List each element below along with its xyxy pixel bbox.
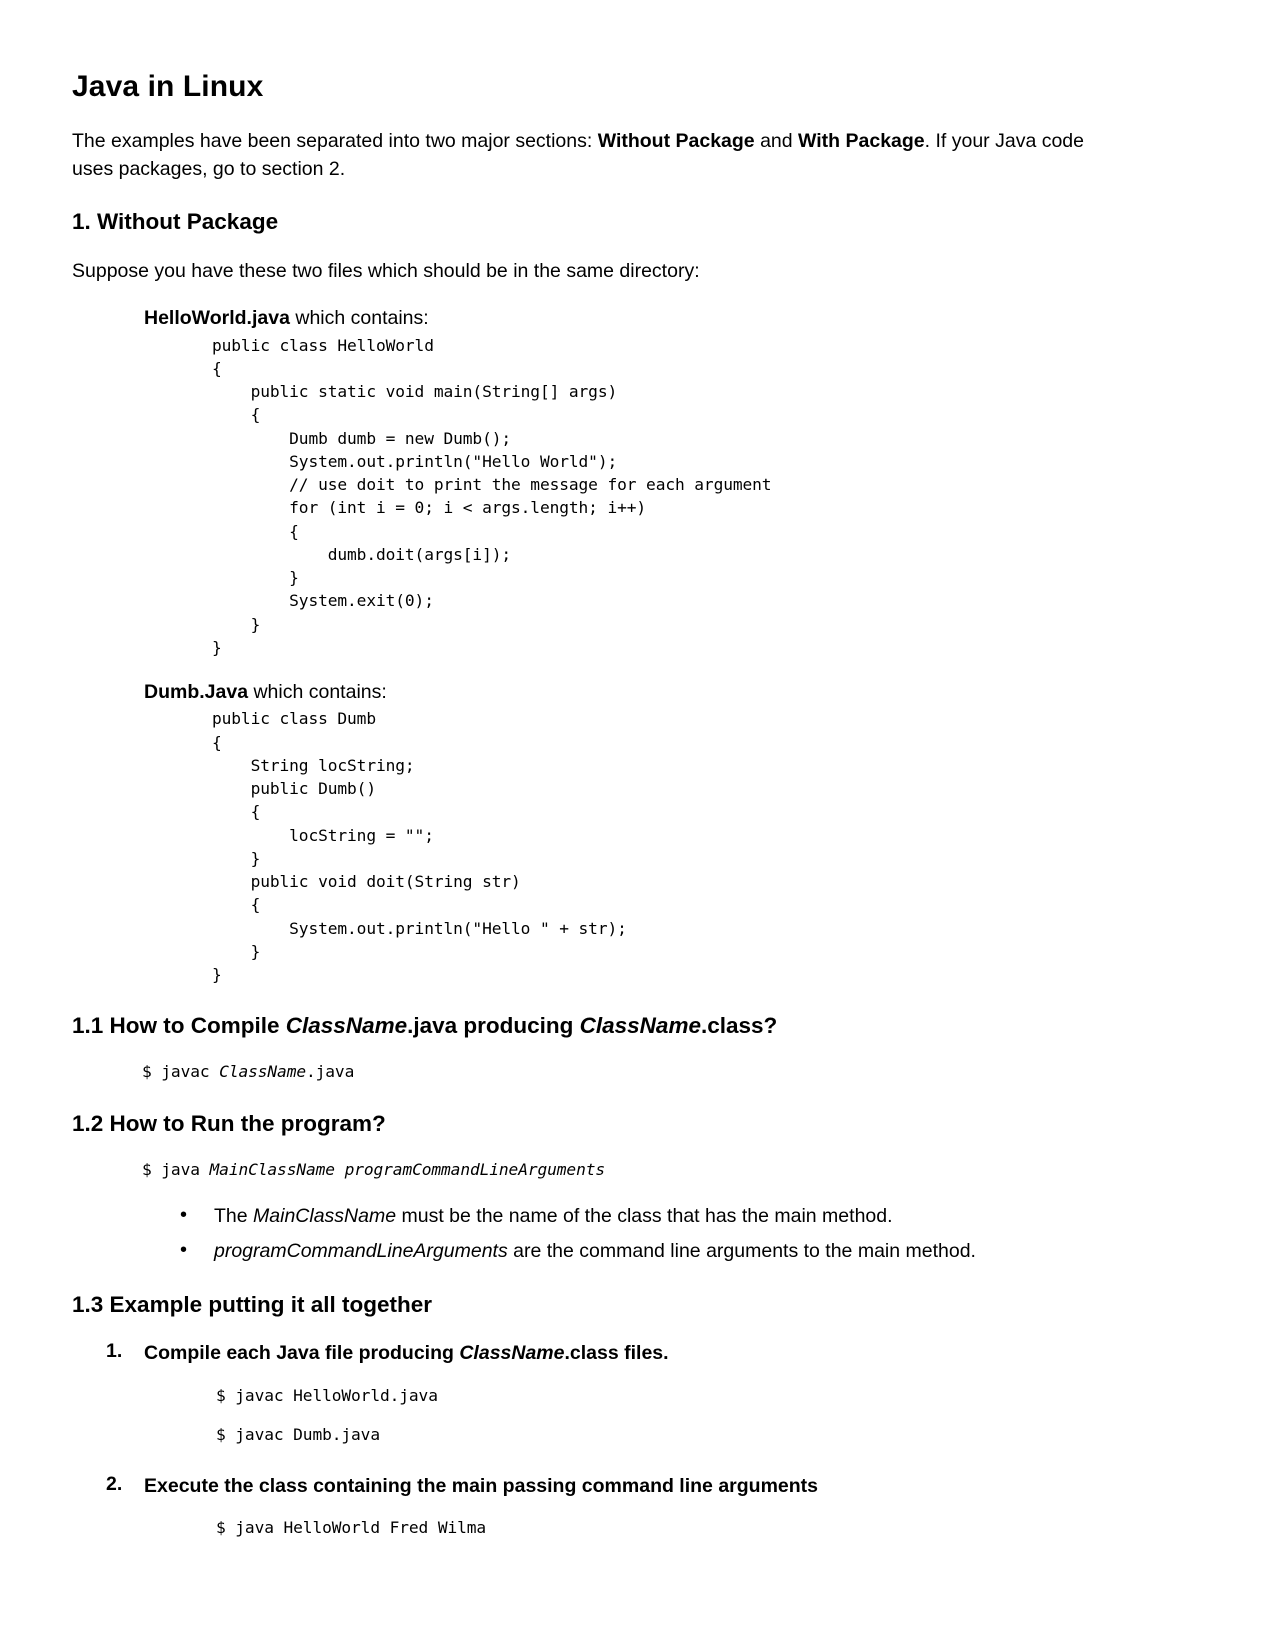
command-javac-classname: $ javac ClassName.java — [142, 1061, 1155, 1084]
section-heading-1-2: 1.2 How to Run the program? — [72, 1111, 386, 1137]
command-java-helloworld-args: $ java HelloWorld Fred Wilma — [216, 1518, 487, 1538]
heading-italic-classname-2: ClassName — [579, 1013, 701, 1039]
file-label-suffix: which contains: — [289, 307, 429, 330]
heading-part-2: .java producing — [407, 1013, 580, 1039]
intro-bold-with-package: With Package — [798, 129, 925, 152]
code-block-dumb: public class Dumb { String locString; pu… — [212, 709, 627, 985]
step-text-pre-1: Compile each Java file producing — [144, 1342, 460, 1365]
bullet-italic-mainclassname: MainClassName — [253, 1204, 397, 1227]
command-prefix-java: $ java — [142, 1160, 210, 1180]
file-label-helloworld: HelloWorld.java which contains: — [144, 305, 1155, 331]
numbered-list-1-3: 1. Compile each Java file producing Clas… — [72, 1340, 1155, 1540]
section-heading-1-1: 1.1 How to Compile ClassName.java produc… — [72, 1012, 1155, 1039]
file-label-suffix-dumb: which contains: — [248, 681, 387, 704]
document-page: Java in Linux The examples have been sep… — [0, 0, 1275, 1650]
file-name-helloworld: HelloWorld.java — [144, 307, 290, 330]
step-text-1: Compile each Java file producing ClassNa… — [144, 1340, 1155, 1367]
step-number-2: 2. — [106, 1472, 123, 1495]
list-item: 1. Compile each Java file producing Clas… — [72, 1340, 1155, 1447]
bullet-italic-programargs: programCommandLineArguments — [214, 1240, 508, 1263]
command-java-mainclass: $ java MainClassName programCommandLineA… — [142, 1159, 1155, 1182]
list-item: The MainClassName must be the name of th… — [72, 1201, 1155, 1230]
heading-italic-classname-1: ClassName — [285, 1013, 408, 1039]
code-block-helloworld: public class HelloWorld { public static … — [212, 335, 772, 657]
intro-prefix: The examples have been separated into tw… — [72, 129, 598, 152]
file-name-dumb: Dumb.Java — [144, 681, 249, 704]
step-text-post-1: .class files. — [564, 1342, 669, 1365]
section-heading-1: 1. Without Package — [72, 209, 279, 235]
intro-bold-without-package: Without Package — [597, 129, 755, 152]
command-prefix: $ javac — [142, 1062, 220, 1082]
command-italic-classname: ClassName — [219, 1062, 306, 1082]
file-label-dumb: Dumb.Java which contains: — [144, 679, 1155, 705]
bullet-pre-1: The — [214, 1204, 254, 1227]
bullet-post-1: must be the name of the class that has t… — [396, 1204, 893, 1227]
heading-part-3: .class? — [700, 1013, 778, 1039]
section-1-lead: Suppose you have these two files which s… — [72, 260, 700, 283]
step-number-1: 1. — [106, 1340, 123, 1363]
bullet-list-1-2: The MainClassName must be the name of th… — [72, 1201, 1155, 1266]
page-title: Java in Linux — [72, 70, 264, 103]
heading-part-1: 1.1 How to Compile — [72, 1013, 286, 1039]
step-text-2: Execute the class containing the main pa… — [144, 1474, 819, 1497]
command-javac-dumb: $ javac Dumb.java — [216, 1425, 380, 1445]
intro-mid: and — [754, 129, 799, 152]
section-heading-1-3: 1.3 Example putting it all together — [72, 1292, 433, 1318]
list-item: 2. Execute the class containing the main… — [72, 1473, 1155, 1540]
step-italic-classname: ClassName — [459, 1342, 565, 1365]
list-item: programCommandLineArguments are the comm… — [72, 1236, 1155, 1265]
bullet-post-2: are the command line arguments to the ma… — [507, 1240, 976, 1263]
command-javac-helloworld: $ javac HelloWorld.java — [216, 1385, 438, 1405]
command-suffix: .java — [305, 1062, 355, 1082]
command-italic-args: MainClassName programCommandLineArgument… — [209, 1160, 606, 1180]
intro-paragraph: The examples have been separated into tw… — [72, 127, 1102, 184]
